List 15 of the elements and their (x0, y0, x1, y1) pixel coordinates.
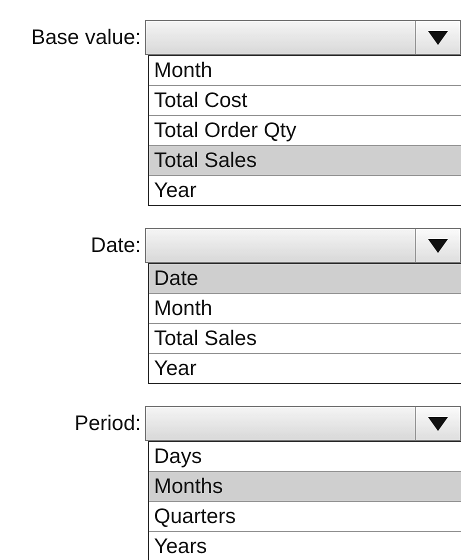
dropdown-button[interactable] (415, 407, 461, 440)
dropdown[interactable] (145, 228, 461, 263)
caret-icon (427, 416, 449, 432)
dropdown-button[interactable] (415, 229, 461, 262)
field-label: Date: (90, 234, 142, 258)
list-option[interactable]: Date (149, 264, 461, 294)
dropdown[interactable] (145, 406, 461, 441)
dropdown[interactable] (145, 20, 461, 55)
dropdown-button[interactable] (415, 21, 461, 54)
caret-icon (427, 238, 449, 254)
list-option[interactable]: Months (149, 472, 461, 502)
list-option[interactable]: Total Sales (149, 146, 461, 176)
caret-icon (427, 30, 449, 46)
field-label: Base value: (30, 26, 142, 50)
field-label: Period: (73, 412, 142, 436)
